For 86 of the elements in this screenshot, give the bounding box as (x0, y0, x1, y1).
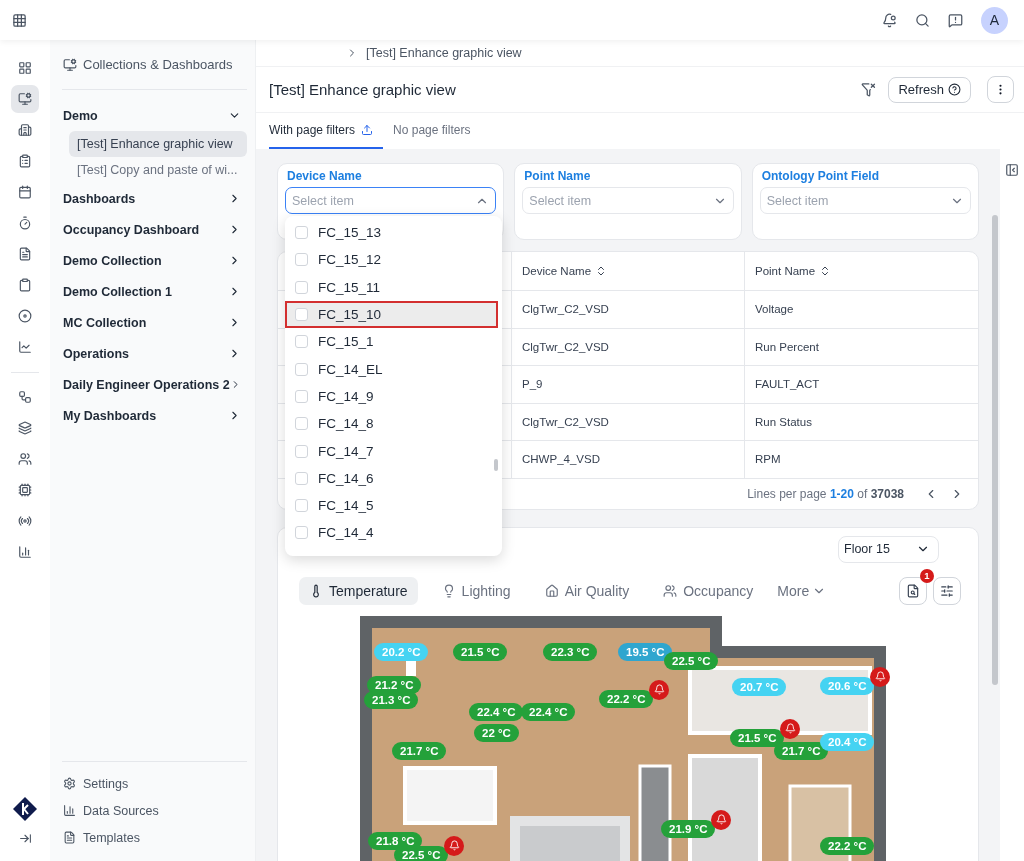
logo-icon (12, 796, 38, 822)
collection-item[interactable]: Dashboards (62, 183, 247, 214)
pagination-info: Lines per page 1-20 of 37038 (747, 486, 904, 501)
dropdown-option[interactable]: FC_14_4 (285, 519, 498, 547)
filter-label: Device Name (286, 168, 363, 185)
checkbox[interactable] (295, 226, 308, 240)
search-icon[interactable] (915, 12, 930, 28)
checkbox[interactable] (295, 253, 308, 267)
users-icon (663, 583, 678, 598)
filter-label: Ontology Point Field (760, 168, 880, 185)
dashboard-icon[interactable] (11, 85, 39, 113)
table-cell: ClgTwr_C2_VSD (511, 291, 744, 328)
checkbox[interactable] (295, 362, 308, 376)
sidebar-title: Collections & Dashboards (83, 57, 233, 72)
checkbox[interactable] (295, 499, 308, 513)
metric-tab[interactable]: Occupancy (653, 576, 764, 605)
filter-label: Point Name (523, 168, 592, 185)
dashboard-item[interactable]: [Test] Enhance graphic view (69, 131, 247, 157)
column-header[interactable]: Point Name (744, 252, 978, 290)
table-cell: ClgTwr_C2_VSD (511, 403, 744, 440)
dropdown-option[interactable]: FC_15_10 (285, 300, 498, 329)
dashboard-item[interactable]: [Test] Copy and paste of wi... (69, 157, 247, 183)
checkbox[interactable] (295, 335, 308, 349)
collection-item[interactable]: My Dashboards (62, 400, 247, 431)
collection-item[interactable]: MC Collection (62, 307, 247, 338)
table-cell: Voltage (744, 291, 978, 328)
footer-link[interactable]: Data Sources (62, 799, 247, 822)
notifications-icon[interactable] (882, 12, 897, 28)
apps-menu-button[interactable] (12, 12, 27, 28)
column-header[interactable]: Device Name (511, 252, 744, 290)
settings-icon (63, 777, 76, 790)
sliders-icon (940, 583, 954, 598)
dropdown-option[interactable]: FC_15_11 (285, 273, 498, 301)
dropdown-option[interactable]: FC_14_6 (285, 464, 498, 492)
table-cell: ClgTwr_C2_VSD (511, 328, 744, 365)
metric-tab[interactable]: Air Quality (534, 576, 640, 605)
dropdown-option[interactable]: FC_14_7 (285, 437, 498, 465)
collection-item[interactable]: Demo (62, 100, 247, 131)
footer-link[interactable]: Settings (62, 772, 247, 795)
table-cell: RPM (744, 441, 978, 478)
footer-link[interactable]: Templates (62, 826, 247, 849)
settings-button[interactable] (933, 576, 961, 605)
table-cell: Run Percent (744, 328, 978, 365)
collection-item[interactable]: Daily Engineer Operations 2 (62, 369, 247, 400)
more-dropdown[interactable]: More (777, 582, 827, 599)
house-icon (544, 583, 559, 598)
filter-tab[interactable]: No page filters (393, 113, 481, 149)
user-avatar[interactable]: A (981, 6, 1008, 34)
table-cell: CHWP_4_VSD (511, 441, 744, 478)
metric-tab[interactable]: Temperature (299, 576, 418, 605)
table-cell: Run Status (744, 403, 978, 440)
feedback-icon[interactable] (948, 12, 963, 28)
checkbox[interactable] (295, 308, 308, 322)
refresh-button[interactable]: Refresh (888, 76, 971, 103)
dropdown-option[interactable]: FC_14_9 (285, 382, 498, 411)
document-search-icon (906, 583, 920, 598)
page-title: [Test] Enhance graphic view (269, 81, 456, 98)
dropdown-option[interactable]: FC_14_5 (285, 491, 498, 520)
dropdown-option[interactable]: FC_14_EL (285, 355, 498, 383)
help-icon (948, 83, 961, 96)
collection-item[interactable]: Demo Collection (62, 245, 247, 276)
dashboard-icon (63, 57, 77, 72)
table-cell: P_9 (511, 366, 744, 403)
floor-select[interactable]: Floor 15 (838, 535, 939, 563)
upload-icon (361, 124, 374, 136)
template-icon (63, 831, 76, 844)
alert-count-badge: 1 (920, 568, 934, 583)
breadcrumb-link[interactable]: [Test] Enhance graphic view (366, 46, 522, 60)
checkbox[interactable] (295, 526, 308, 540)
checkbox[interactable] (295, 389, 308, 403)
collection-item[interactable]: Occupancy Dashboard (62, 214, 247, 245)
table-cell: FAULT_ACT (744, 366, 978, 403)
dropdown-option[interactable]: FC_15_13 (285, 219, 498, 247)
collection-item[interactable]: Demo Collection 1 (62, 276, 247, 307)
checkbox[interactable] (295, 280, 308, 294)
dropdown-option[interactable]: FC_15_1 (285, 328, 498, 356)
clear-filter-icon[interactable] (861, 82, 877, 97)
expand-sidebar-icon[interactable] (18, 832, 32, 845)
checkbox[interactable] (295, 471, 308, 485)
metric-tab[interactable]: Lighting (431, 576, 521, 605)
dropdown-option[interactable]: FC_15_12 (285, 246, 498, 274)
collection-item[interactable]: Operations (62, 338, 247, 369)
data-source-icon (63, 804, 76, 817)
checkbox[interactable] (295, 444, 308, 458)
checkbox[interactable] (295, 417, 308, 431)
dropdown-option[interactable]: FC_14_8 (285, 410, 498, 438)
